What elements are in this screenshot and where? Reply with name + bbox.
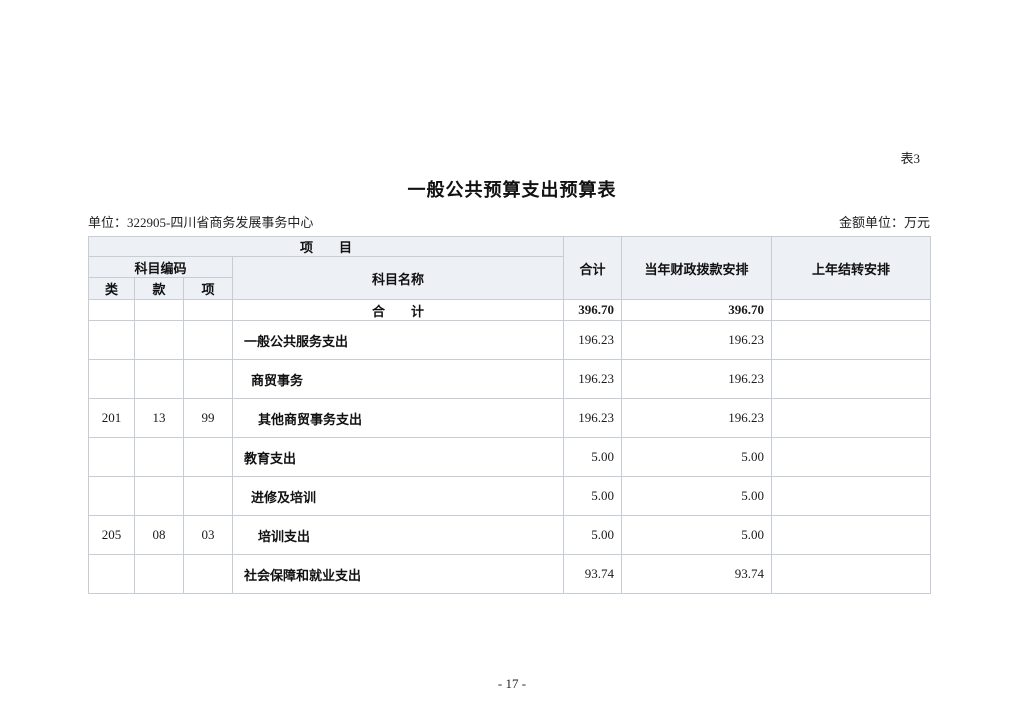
header-current-year: 当年财政拨款安排 <box>622 237 772 300</box>
table-row-total: 合 计 396.70 396.70 <box>89 300 931 321</box>
amount-unit-label: 金额单位：万元 <box>839 212 930 231</box>
table-row: 201 13 99 其他商贸事务支出 196.23 196.23 <box>89 399 931 438</box>
section-code-cell <box>135 360 184 399</box>
header-row-project: 项 目 合计 当年财政拨款安排 上年结转安排 <box>89 237 931 257</box>
class-code-cell <box>89 300 135 321</box>
carryover-cell <box>772 360 931 399</box>
current-year-cell: 5.00 <box>622 477 772 516</box>
total-cell: 196.23 <box>564 321 622 360</box>
table-row: 社会保障和就业支出 93.74 93.74 <box>89 555 931 594</box>
table-number-label: 表3 <box>0 148 920 167</box>
item-code-cell: 03 <box>184 516 233 555</box>
class-code-cell: 201 <box>89 399 135 438</box>
current-year-cell: 396.70 <box>622 300 772 321</box>
class-code-cell <box>89 477 135 516</box>
item-code-cell <box>184 477 233 516</box>
header-subject-code: 科目编码 <box>89 257 233 278</box>
total-cell: 5.00 <box>564 438 622 477</box>
subject-name-cell: 教育支出 <box>233 438 564 477</box>
item-code-cell <box>184 300 233 321</box>
item-code-cell <box>184 360 233 399</box>
section-code-cell <box>135 477 184 516</box>
current-year-cell: 196.23 <box>622 360 772 399</box>
class-code-cell <box>89 360 135 399</box>
header-project: 项 目 <box>89 237 564 257</box>
subject-name-cell: 一般公共服务支出 <box>233 321 564 360</box>
current-year-cell: 196.23 <box>622 399 772 438</box>
carryover-cell <box>772 477 931 516</box>
total-cell: 5.00 <box>564 477 622 516</box>
class-code-cell <box>89 438 135 477</box>
subject-name-cell: 其他商贸事务支出 <box>233 399 564 438</box>
item-code-cell <box>184 321 233 360</box>
section-code-cell: 08 <box>135 516 184 555</box>
page-title: 一般公共预算支出预算表 <box>0 176 1024 202</box>
section-code-cell <box>135 321 184 360</box>
total-cell: 93.74 <box>564 555 622 594</box>
current-year-cell: 196.23 <box>622 321 772 360</box>
total-cell: 196.23 <box>564 399 622 438</box>
table-row: 教育支出 5.00 5.00 <box>89 438 931 477</box>
subject-name-cell: 培训支出 <box>233 516 564 555</box>
class-code-cell: 205 <box>89 516 135 555</box>
table-row: 205 08 03 培训支出 5.00 5.00 <box>89 516 931 555</box>
item-code-cell: 99 <box>184 399 233 438</box>
carryover-cell <box>772 300 931 321</box>
unit-label: 单位：322905-四川省商务发展事务中心 <box>88 212 313 231</box>
carryover-cell <box>772 516 931 555</box>
carryover-cell <box>772 555 931 594</box>
table-row: 一般公共服务支出 196.23 196.23 <box>89 321 931 360</box>
section-code-cell <box>135 555 184 594</box>
total-cell: 396.70 <box>564 300 622 321</box>
table-row: 商贸事务 196.23 196.23 <box>89 360 931 399</box>
document-page: 表3 一般公共预算支出预算表 单位：322905-四川省商务发展事务中心 金额单… <box>0 0 1024 724</box>
carryover-cell <box>772 321 931 360</box>
carryover-cell <box>772 438 931 477</box>
page-number: - 17 - <box>0 676 1024 692</box>
header-subject-name: 科目名称 <box>233 257 564 300</box>
current-year-cell: 5.00 <box>622 438 772 477</box>
total-cell: 5.00 <box>564 516 622 555</box>
item-code-cell <box>184 555 233 594</box>
section-code-cell <box>135 300 184 321</box>
subject-name-cell: 社会保障和就业支出 <box>233 555 564 594</box>
header-class: 类 <box>89 278 135 300</box>
budget-table: 项 目 合计 当年财政拨款安排 上年结转安排 科目编码 科目名称 类 款 项 合… <box>88 236 931 594</box>
total-cell: 196.23 <box>564 360 622 399</box>
item-code-cell <box>184 438 233 477</box>
class-code-cell <box>89 555 135 594</box>
header-carryover: 上年结转安排 <box>772 237 931 300</box>
header-item: 项 <box>184 278 233 300</box>
class-code-cell <box>89 321 135 360</box>
current-year-cell: 5.00 <box>622 516 772 555</box>
header-total: 合计 <box>564 237 622 300</box>
subject-name-cell: 进修及培训 <box>233 477 564 516</box>
subject-name-cell: 合 计 <box>233 300 564 321</box>
meta-row: 单位：322905-四川省商务发展事务中心 金额单位：万元 <box>88 212 930 231</box>
table-row: 进修及培训 5.00 5.00 <box>89 477 931 516</box>
header-section: 款 <box>135 278 184 300</box>
section-code-cell: 13 <box>135 399 184 438</box>
subject-name-cell: 商贸事务 <box>233 360 564 399</box>
carryover-cell <box>772 399 931 438</box>
section-code-cell <box>135 438 184 477</box>
current-year-cell: 93.74 <box>622 555 772 594</box>
